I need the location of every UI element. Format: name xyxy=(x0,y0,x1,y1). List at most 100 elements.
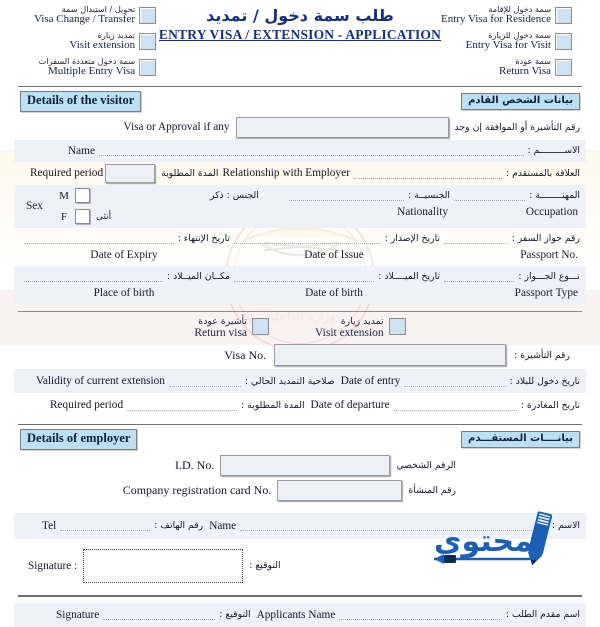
nationality-block: الجنس : ذكر الجنسيــة : Nationality xyxy=(210,187,450,226)
date-of-expiry-input[interactable] xyxy=(24,233,174,244)
date-of-entry-label-ar: تاريخ دخول للبلاد : xyxy=(509,375,580,387)
date-of-departure-label-en: Date of departure xyxy=(310,399,390,412)
extension-required-period-input[interactable] xyxy=(127,400,238,411)
checkbox-entry-visa-visit[interactable] xyxy=(555,32,572,50)
checkbox-return-visa[interactable] xyxy=(252,317,270,335)
visitor-name-label-en: Name xyxy=(68,144,95,157)
visitor-section-header: Details of the visitor بيانات الشخص القا… xyxy=(14,87,586,115)
option-entry-visa-residence-label-en: Entry Visa for Residence xyxy=(440,12,551,25)
employer-signature-box[interactable] xyxy=(83,548,244,583)
passport-no-label-en: Passport No. xyxy=(520,248,578,261)
date-of-departure-input[interactable] xyxy=(393,400,517,411)
option-entry-visa-visit-label-en: Entry Visa for Visit xyxy=(465,38,551,51)
passport-no-block: رقم جواز السفر : Passport No. xyxy=(440,230,580,264)
form-sheet: طلب سمة دخول / تمديد ENTRY VISA / EXTENS… xyxy=(0,0,600,627)
occupation-block: المهنــــــــة : Occupation xyxy=(450,187,580,226)
option-multiple-entry-visa[interactable]: سمة دخول متعددة السفرات Multiple Entry V… xyxy=(34,54,157,80)
place-of-birth-label-ar: مكــان الميــلاد : xyxy=(167,270,230,282)
date-of-issue-input[interactable] xyxy=(234,233,381,244)
sex-female-option[interactable]: F أنثى xyxy=(53,208,111,226)
row-company-registration: Company registration card No. رقم المنشأ… xyxy=(14,478,586,503)
sex-female-letter: F xyxy=(60,210,68,223)
validity-current-extension-label-en: Validity of current extension xyxy=(36,375,165,388)
passport-type-input[interactable] xyxy=(444,271,515,282)
checkbox-entry-visa-residence[interactable] xyxy=(555,6,572,24)
id-no-input[interactable] xyxy=(220,454,391,476)
option-entry-visa-residence[interactable]: سمة دخول للإقامة Entry Visa for Residenc… xyxy=(441,2,572,28)
checkbox-sex-female[interactable] xyxy=(74,209,90,225)
place-of-birth-block: مكــان الميــلاد : Place of birth xyxy=(20,268,230,302)
relationship-input[interactable] xyxy=(353,168,502,179)
option-visit-extension-top[interactable]: تمديد زيارة Visit extension xyxy=(34,28,157,54)
option-visit-extension[interactable]: تمديد زيارة Visit extension xyxy=(315,316,406,340)
row-date-of-departure: Required period المدة المطلوبة : Date of… xyxy=(14,393,586,417)
date-of-birth-label-en: Date of birth xyxy=(305,286,363,299)
date-of-birth-input[interactable] xyxy=(234,271,375,282)
employer-tel-label-en: Tel xyxy=(42,519,57,532)
date-of-departure-label-ar: تاريخ المغادرة : xyxy=(520,399,580,411)
checkbox-multiple-entry-visa[interactable] xyxy=(139,58,157,76)
sex-male-option[interactable]: M xyxy=(53,187,111,205)
row-employer-signature: Signature : التوقيع : xyxy=(14,543,586,589)
checkbox-return-visa-top[interactable] xyxy=(555,58,572,76)
visa-no-input[interactable] xyxy=(274,344,507,367)
relationship-label-en: Relationship with Employer xyxy=(222,167,350,180)
passport-no-label-ar: رقم جواز السفر : xyxy=(511,232,580,244)
occupation-input[interactable] xyxy=(454,190,526,201)
row-passporttype-dob-pob: مكــان الميــلاد : Place of birth تاريخ … xyxy=(14,265,586,304)
date-of-birth-label-ar: تاريخ الميــــلاد : xyxy=(378,270,440,282)
sex-label-ar: الجنس : ذكر xyxy=(210,189,259,201)
date-of-entry-input[interactable] xyxy=(404,376,506,387)
date-of-birth-block: تاريخ الميــــلاد : Date of birth xyxy=(230,268,440,302)
employer-section-badge-en: Details of employer xyxy=(20,429,138,450)
occupation-label-ar: المهنــــــــة : xyxy=(529,189,580,201)
company-reg-label-ar: رقم المنشأة xyxy=(408,484,456,496)
visitor-required-period-input[interactable] xyxy=(105,163,156,183)
visa-no-label-en: Visa No. xyxy=(224,347,267,362)
date-of-issue-block: تاريخ الإصدار : Date of Issue xyxy=(230,230,440,264)
row-passport-issue-expiry: تاريخ الإنتهاء : Date of Expiry تاريخ ال… xyxy=(14,228,586,266)
nationality-input[interactable] xyxy=(288,190,405,201)
visitor-section-badge-en: Details of the visitor xyxy=(20,91,142,112)
checkbox-sex-male[interactable] xyxy=(74,188,90,204)
id-no-label-en: I.D. No. xyxy=(175,457,215,472)
visitor-name-input[interactable] xyxy=(98,145,524,157)
place-of-birth-input[interactable] xyxy=(24,271,163,282)
visitor-required-period-label-ar: المدة المطلوبة xyxy=(161,167,219,179)
option-entry-visa-visit[interactable]: سمة دخول للزيارة Entry Visa for Visit xyxy=(441,28,572,54)
option-return-visa-top-label-en: Return Visa xyxy=(499,64,551,77)
form-header: طلب سمة دخول / تمديد ENTRY VISA / EXTENS… xyxy=(14,0,586,86)
checkbox-visa-change-transfer[interactable] xyxy=(139,6,157,24)
option-return-visa[interactable]: تأشيرة عودة Return visa xyxy=(194,316,270,340)
employer-section-header: Details of employer بيانــــات المستقـــ… xyxy=(14,425,586,453)
employer-signature-label-en: Signature : xyxy=(28,559,78,572)
checkbox-visit-extension[interactable] xyxy=(388,317,406,335)
validity-current-extension-input[interactable] xyxy=(168,376,241,387)
extension-required-period-label-ar: المدة المطلوبة : xyxy=(241,399,305,411)
extension-required-period-label-en: Required period xyxy=(50,399,124,412)
row-date-of-entry: Validity of current extension صلاحية الت… xyxy=(14,369,586,394)
row-sex-nationality-occupation: Sex M F أنثى الجنس : ذكر الجنسيــة: Nat… xyxy=(14,184,586,228)
checkbox-visit-extension-top[interactable] xyxy=(139,32,157,50)
row-applicant-signature: Signature التوقيع : Applicants Name اسم … xyxy=(14,602,586,627)
validity-current-extension-label-ar: صلاحية التمديد الحالي : xyxy=(244,375,335,387)
option-visit-extension-top-label-en: Visit extension xyxy=(69,38,136,51)
option-visa-change-transfer[interactable]: تحويل / استبدال سمة Visa Change / Transf… xyxy=(34,2,157,28)
date-of-expiry-label-ar: تاريخ الإنتهاء : xyxy=(177,232,230,244)
passport-no-input[interactable] xyxy=(444,233,508,244)
row-visa-no: Visa No. رقم التأشيرة : xyxy=(14,341,586,369)
visa-or-approval-input[interactable] xyxy=(235,116,449,138)
nationality-label-en: Nationality xyxy=(397,205,448,218)
employer-name-label-en: Name xyxy=(209,519,237,532)
employer-name-input[interactable] xyxy=(240,520,549,532)
option-return-visa-top[interactable]: سمة عودة Return Visa xyxy=(441,54,572,80)
footer-signature-label-en: Signature xyxy=(56,608,100,621)
option-visit-extension-label-en: Visit extension xyxy=(315,326,384,339)
nationality-label-ar: الجنسيــة : xyxy=(408,189,450,201)
occupation-label-en: Occupation xyxy=(525,205,578,218)
date-of-issue-label-en: Date of Issue xyxy=(304,248,364,261)
visa-no-label-ar: رقم التأشيرة : xyxy=(514,349,570,361)
applicants-name-label-en: Applicants Name xyxy=(256,608,336,621)
employer-tel-input[interactable] xyxy=(60,520,151,532)
company-reg-input[interactable] xyxy=(277,479,403,501)
